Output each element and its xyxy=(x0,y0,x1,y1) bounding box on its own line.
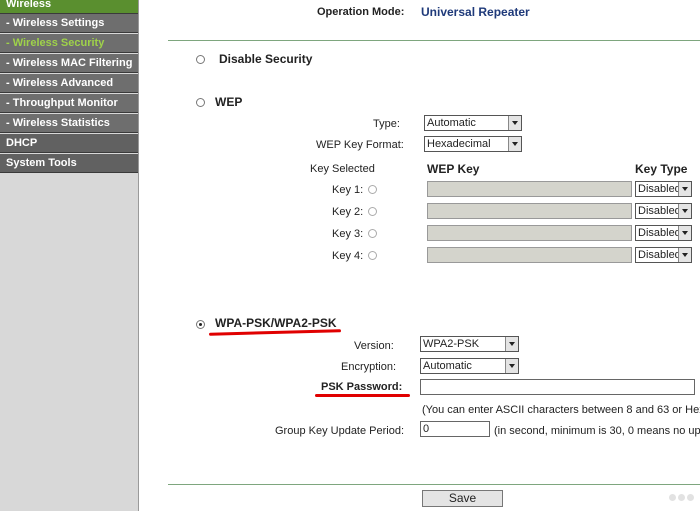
key-3-label: Key 3: xyxy=(332,228,364,240)
key-3-radio[interactable] xyxy=(368,229,377,238)
wpa-encryption-select[interactable]: Automatic xyxy=(420,358,519,374)
col-key-selected: Key Selected xyxy=(310,163,375,175)
sidebar-item-throughput-monitor[interactable]: - Throughput Monitor xyxy=(0,94,138,113)
key-2-type-select[interactable]: Disabled xyxy=(635,203,692,219)
chevron-down-icon xyxy=(678,226,691,240)
chevron-down-icon xyxy=(505,359,518,373)
wep-type-label: Type: xyxy=(373,118,400,130)
group-key-update-label: Group Key Update Period: xyxy=(275,425,405,437)
col-key-type: Key Type xyxy=(635,162,688,176)
chevron-down-icon xyxy=(678,182,691,196)
wpa-psk-radio[interactable] xyxy=(196,320,205,329)
sidebar-item-wireless-advanced[interactable]: - Wireless Advanced xyxy=(0,74,138,93)
separator-bottom xyxy=(168,484,700,485)
wpa-encryption-value: Automatic xyxy=(423,360,472,372)
operation-mode-value: Universal Repeater xyxy=(421,5,530,19)
key-1-label: Key 1: xyxy=(332,184,364,196)
psk-password-input[interactable] xyxy=(420,379,695,395)
dot-icon xyxy=(687,494,694,501)
col-wep-key: WEP Key xyxy=(427,162,480,176)
sidebar: Wireless - Wireless Settings - Wireless … xyxy=(0,0,139,511)
dot-icon xyxy=(678,494,685,501)
disable-security-label: Disable Security xyxy=(219,52,313,66)
annotation-underline-psk xyxy=(315,394,410,397)
sidebar-item-wireless-mac-filtering[interactable]: - Wireless MAC Filtering xyxy=(0,54,138,73)
wep-type-select[interactable]: Automatic xyxy=(424,115,522,131)
wpa-encryption-label: Encryption: xyxy=(341,361,397,373)
sidebar-item-wireless-settings[interactable]: - Wireless Settings xyxy=(0,14,138,33)
key-4-type-select[interactable]: Disabled xyxy=(635,247,692,263)
key-2-label: Key 2: xyxy=(332,206,364,218)
key-4-radio[interactable] xyxy=(368,251,377,260)
sidebar-item-wireless-statistics[interactable]: - Wireless Statistics xyxy=(0,114,138,133)
key-4-type-value: Disabled xyxy=(638,249,681,261)
dot-icon xyxy=(669,494,676,501)
key-4-label: Key 4: xyxy=(332,250,364,262)
key-2-input[interactable] xyxy=(427,203,632,219)
key-4-input[interactable] xyxy=(427,247,632,263)
key-3-input[interactable] xyxy=(427,225,632,241)
wep-radio[interactable] xyxy=(196,98,205,107)
sidebar-item-system-tools[interactable]: System Tools xyxy=(0,154,138,173)
key-1-input[interactable] xyxy=(427,181,632,197)
psk-password-label: PSK Password: xyxy=(321,381,403,393)
wpa-psk-label: WPA-PSK/WPA2-PSK xyxy=(215,316,337,330)
key-1-radio[interactable] xyxy=(368,185,377,194)
operation-mode-label: Operation Mode: xyxy=(317,6,405,18)
save-button[interactable]: Save xyxy=(422,490,503,507)
key-2-type-value: Disabled xyxy=(638,205,681,217)
wep-type-value: Automatic xyxy=(427,117,476,129)
disable-security-radio[interactable] xyxy=(196,55,205,64)
chevron-down-icon xyxy=(678,204,691,218)
wep-key-format-value: Hexadecimal xyxy=(427,138,491,150)
group-key-update-hint: (in second, minimum is 30, 0 means no up… xyxy=(494,425,700,437)
key-2-radio[interactable] xyxy=(368,207,377,216)
chevron-down-icon xyxy=(678,248,691,262)
key-1-type-select[interactable]: Disabled xyxy=(635,181,692,197)
wpa-version-label: Version: xyxy=(354,340,394,352)
wpa-version-value: WPA2-PSK xyxy=(423,338,480,350)
wep-label: WEP xyxy=(215,95,243,109)
wep-key-format-label: WEP Key Format: xyxy=(316,139,404,151)
main-content: Operation Mode: Universal Repeater Disab… xyxy=(139,0,700,511)
separator-top xyxy=(168,40,700,41)
sidebar-item-dhcp[interactable]: DHCP xyxy=(0,134,138,153)
group-key-update-input[interactable]: 0 xyxy=(420,421,490,437)
wpa-version-select[interactable]: WPA2-PSK xyxy=(420,336,519,352)
key-1-type-value: Disabled xyxy=(638,183,681,195)
psk-password-hint: (You can enter ASCII characters between … xyxy=(422,404,700,416)
sidebar-item-wireless[interactable]: Wireless xyxy=(0,0,138,14)
annotation-underline-wpa xyxy=(208,329,342,336)
chevron-down-icon xyxy=(508,137,521,151)
key-3-type-select[interactable]: Disabled xyxy=(635,225,692,241)
chevron-down-icon xyxy=(508,116,521,130)
chevron-down-icon xyxy=(505,337,518,351)
sidebar-item-wireless-security[interactable]: - Wireless Security xyxy=(0,34,138,53)
wep-key-format-select[interactable]: Hexadecimal xyxy=(424,136,522,152)
key-3-type-value: Disabled xyxy=(638,227,681,239)
